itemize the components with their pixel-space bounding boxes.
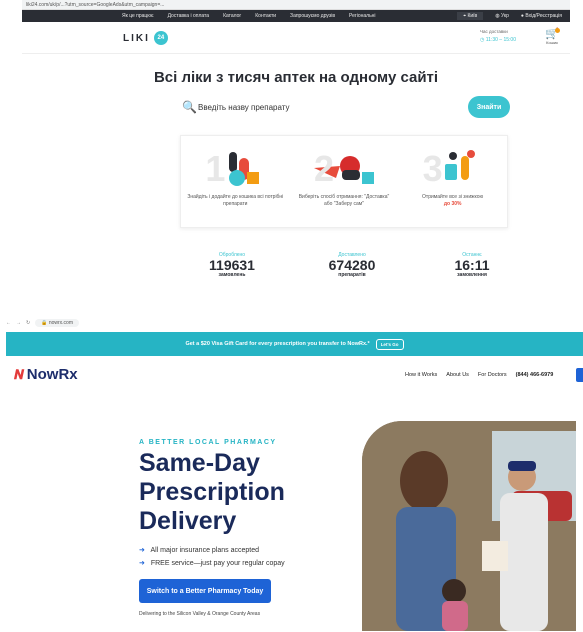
site-header: LIKI 24 Час доставки ◷ 11:30 – 15:00 🛒 К… xyxy=(22,22,570,54)
promo-text: Get a $20 Visa Gift Card for every presc… xyxy=(185,341,370,347)
phone-link[interactable]: (844) 466-6979 xyxy=(516,372,554,378)
stat-sub: замовлень xyxy=(218,272,246,278)
delivery-time-info: Час доставки ◷ 11:30 – 15:00 xyxy=(480,28,516,44)
step-number: 2 xyxy=(313,148,335,189)
nowrx-screenshot: ← → ↻ 🔒 nowrx.com Get a $20 Visa Gift Ca… xyxy=(0,318,583,632)
headline-line: Delivery xyxy=(139,507,237,535)
stat-delivered: Доставлено 674280 препаратів xyxy=(297,252,407,278)
discount-characters-icon xyxy=(444,150,475,180)
pill-characters-icon xyxy=(229,152,260,186)
logo-text: NowRx xyxy=(26,366,78,383)
main-nav: How it Works About Us For Doctors (844) … xyxy=(405,372,553,378)
nav-item-catalog[interactable]: Каталог xyxy=(223,13,241,19)
headline-line: Prescription xyxy=(139,478,285,506)
step-2: 2 Виберіть спосіб отримання: "Доставка" … xyxy=(296,148,392,227)
stat-sub: препаратів xyxy=(338,272,366,278)
step-number: 1 xyxy=(205,148,226,189)
address-bar[interactable]: 🔒 nowrx.com xyxy=(35,319,80,327)
stats-row: Оброблено 119631 замовлень Доставлено 67… xyxy=(177,252,527,278)
address-text: nowrx.com xyxy=(48,320,74,326)
step-1: 1 Знайдіть і додайте до кошика всі потрі… xyxy=(187,148,283,227)
clock-icon: ◷ xyxy=(480,37,485,43)
stat-value: 674280 xyxy=(328,257,376,273)
step-1-illustration: 1 xyxy=(187,148,283,190)
logo-badge: 24 xyxy=(153,31,168,45)
nowrx-logo-icon: 𝑵 xyxy=(14,366,24,382)
logo-text: LIKI xyxy=(123,32,150,44)
nav-item-regional[interactable]: Регіональні xyxy=(349,13,376,19)
liki-logo[interactable]: LIKI 24 xyxy=(123,31,168,45)
step-3-illustration: 3 xyxy=(405,148,501,190)
cart-label: Кошик xyxy=(546,40,558,45)
step-2-illustration: 2 xyxy=(296,148,392,190)
nowrx-logo[interactable]: 𝑵 NowRx xyxy=(14,366,78,383)
page-title: Всі ліки з тисяч аптек на одному сайті xyxy=(153,69,439,86)
lock-icon: 🔒 xyxy=(41,320,48,326)
search-icon: 🔍 xyxy=(182,100,197,114)
stat-sub: замовлення xyxy=(457,272,487,278)
delivery-scene-image xyxy=(362,421,576,631)
reload-icon[interactable]: ↻ xyxy=(26,320,30,326)
globe-icon: ◍ xyxy=(495,13,500,19)
nav-about-us[interactable]: About Us xyxy=(446,372,469,378)
forward-icon[interactable]: → xyxy=(16,320,21,326)
cart-button[interactable]: 🛒 Кошик xyxy=(544,28,560,48)
back-icon[interactable]: ← xyxy=(6,320,11,326)
nav-for-doctors[interactable]: For Doctors xyxy=(478,372,507,378)
delivery-photo xyxy=(362,421,576,631)
discount-highlight: до 30% xyxy=(443,201,462,207)
promo-banner: Get a $20 Visa Gift Card for every presc… xyxy=(6,332,583,356)
city-label: Київ xyxy=(467,13,478,19)
stat-value: 16:11 xyxy=(454,257,490,273)
how-it-works-card: 1 Знайдіть і додайте до кошика всі потрі… xyxy=(180,135,508,228)
nav-item-invite-friends[interactable]: Запрошуємо друзів xyxy=(290,13,335,19)
nav-how-it-works[interactable]: How it Works xyxy=(405,372,437,378)
promo-button[interactable]: Let's Go xyxy=(375,338,404,350)
language-label: Укр xyxy=(500,13,509,19)
language-selector[interactable]: ◍ Укр xyxy=(495,13,509,19)
nav-item-delivery[interactable]: Доставка і оплата xyxy=(168,13,209,19)
header-cta-button[interactable] xyxy=(576,368,583,382)
liki-screenshot: liki24.com/uk/p/...?utm_source=GoogleAds… xyxy=(22,0,570,282)
eyebrow-text: A BETTER LOCAL PHARMACY xyxy=(139,439,277,446)
step-3: 3 Отримайте все зі знижкою до 30% xyxy=(405,148,501,227)
city-selector[interactable]: ⌖ Київ xyxy=(457,12,484,20)
arrow-right-icon: ➜ xyxy=(139,547,145,554)
hero-headline: Same-Day Prescription Delivery xyxy=(139,449,285,536)
step-2-text: Виберіть спосіб отримання: "Доставка" аб… xyxy=(298,194,390,207)
step-1-text: Знайдіть і додайте до кошика всі потрібн… xyxy=(187,194,284,207)
user-icon: ● xyxy=(520,13,524,19)
account-label: Вхід/Реєстрація xyxy=(525,13,562,19)
stat-processed: Оброблено 119631 замовлень xyxy=(177,252,287,278)
switch-pharmacy-button[interactable]: Switch to a Better Pharmacy Today xyxy=(139,579,271,603)
nav-item-how-it-works[interactable]: Як це працює xyxy=(122,13,154,19)
cart-count-badge xyxy=(555,28,560,33)
account-link[interactable]: ● Вхід/Реєстрація xyxy=(521,13,562,19)
browser-address-bar[interactable]: liki24.com/uk/p/...?utm_source=GoogleAds… xyxy=(22,0,570,10)
step-3-text: Отримайте все зі знижкою до 30% xyxy=(405,194,501,208)
stat-last-order: Останнє 16:11 замовлення xyxy=(417,252,527,278)
top-nav-bar: Як це працює Доставка і оплата Каталог К… xyxy=(22,10,570,22)
headline-line: Same-Day xyxy=(139,449,260,477)
delivery-time-value: ◷ 11:30 – 15:00 xyxy=(480,37,516,43)
step-number: 3 xyxy=(422,148,443,189)
benefit-item: ➜ FREE service—just pay your regular cop… xyxy=(139,560,285,567)
search-bar: 🔍 Знайти xyxy=(182,96,510,118)
stat-value: 119631 xyxy=(209,257,255,273)
benefit-item: ➜ All major insurance plans accepted xyxy=(139,547,259,554)
location-icon: ⌖ xyxy=(463,13,467,19)
url-text[interactable]: liki24.com/uk/p/...?utm_source=GoogleAds… xyxy=(26,2,164,8)
delivery-time-label: Час доставки xyxy=(480,29,508,34)
search-button[interactable]: Знайти xyxy=(468,96,510,118)
browser-toolbar: ← → ↻ 🔒 nowrx.com xyxy=(0,318,583,328)
service-area-note: Delivering to the Silicon Valley & Orang… xyxy=(139,611,261,617)
search-input[interactable] xyxy=(198,102,438,112)
arrow-right-icon: ➜ xyxy=(139,560,145,567)
delivery-hero-icon xyxy=(313,156,374,184)
benefit-list: ➜ All major insurance plans accepted ➜ F… xyxy=(139,544,285,570)
nav-item-contacts[interactable]: Контакти xyxy=(255,13,276,19)
